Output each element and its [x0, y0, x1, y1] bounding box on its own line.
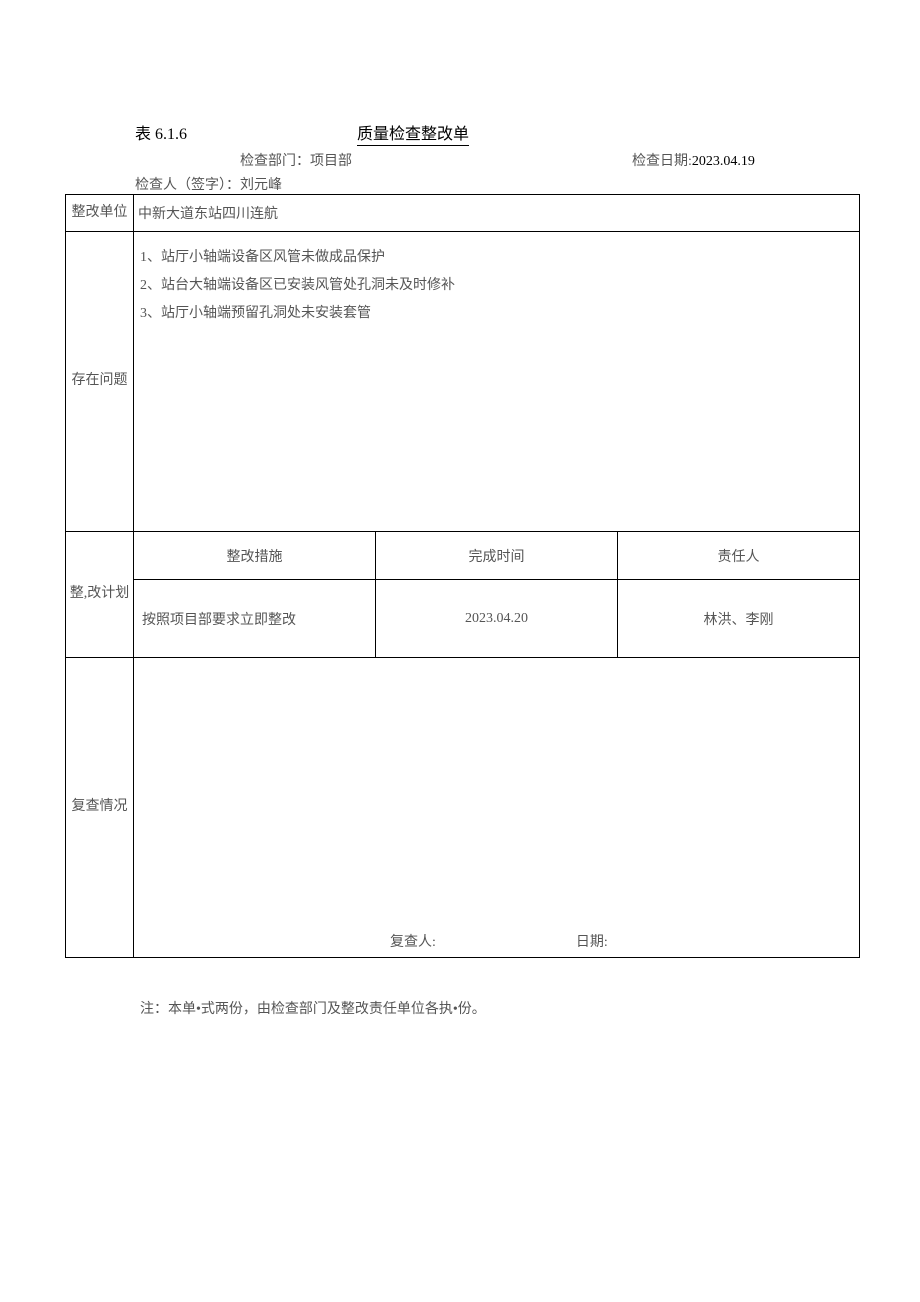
plan-header-measure: 整改措施 [134, 532, 376, 580]
unit-label: 整改单位 [66, 195, 134, 232]
inspector-label: 检查人（签字）： [135, 178, 240, 193]
date-field: 检查日期:2023.04.19 [632, 150, 755, 170]
issue-item-2: 2、站台大轴端设备区已安装风管处孔洞未及时修补 [140, 272, 853, 300]
rectification-table: 整改单位 中新大道东站四川连航 存在问题 1、站厅小轴端设备区风管未做成品保护 … [65, 194, 860, 958]
date-label: 检查日期: [632, 154, 692, 169]
plan-header-row: 整,改计划 整改措施 完成时间 责任人 [66, 532, 860, 580]
issue-item-3: 3、站厅小轴端预留孔洞处未安装套管 [140, 300, 853, 328]
unit-value: 中新大道东站四川连航 [134, 195, 860, 232]
dept-label: 检查部门：项目部 [240, 150, 352, 170]
plan-header-time: 完成时间 [376, 532, 618, 580]
plan-time-value: 2023.04.20 [376, 580, 618, 658]
dept-value: 项目部 [310, 154, 352, 169]
plan-measure-value: 按照项目部要求立即整改 [134, 580, 376, 658]
unit-row: 整改单位 中新大道东站四川连航 [66, 195, 860, 232]
plan-value-row: 按照项目部要求立即整改 2023.04.20 林洪、李刚 [66, 580, 860, 658]
review-date-label: 日期: [576, 931, 608, 951]
review-row: 复查情况 复查人: 日期: [66, 658, 860, 958]
inspector-field: 检查人（签字）：刘元峰 [135, 174, 860, 194]
review-person-label: 复查人: [390, 931, 436, 951]
date-value: 2023.04.19 [692, 154, 755, 169]
plan-person-value: 林洪、李刚 [618, 580, 860, 658]
issue-item-1: 1、站厅小轴端设备区风管未做成品保护 [140, 244, 853, 272]
footnote: 注：本单•式两份，由检查部门及整改责任单位各执•份。 [140, 998, 860, 1018]
plan-label: 整,改计划 [66, 532, 134, 658]
issues-label: 存在问题 [66, 232, 134, 532]
document-title: 质量检查整改单 [357, 120, 469, 146]
plan-header-person: 责任人 [618, 532, 860, 580]
review-label: 复查情况 [66, 658, 134, 958]
issues-row: 存在问题 1、站厅小轴端设备区风管未做成品保护 2、站台大轴端设备区已安装风管处… [66, 232, 860, 532]
inspector-value: 刘元峰 [240, 178, 282, 193]
form-number: 表 6.1.6 [135, 120, 187, 144]
review-content: 复查人: 日期: [134, 658, 860, 958]
issues-content: 1、站厅小轴端设备区风管未做成品保护 2、站台大轴端设备区已安装风管处孔洞未及时… [134, 232, 860, 532]
dept-label-text: 检查部门： [240, 154, 310, 169]
